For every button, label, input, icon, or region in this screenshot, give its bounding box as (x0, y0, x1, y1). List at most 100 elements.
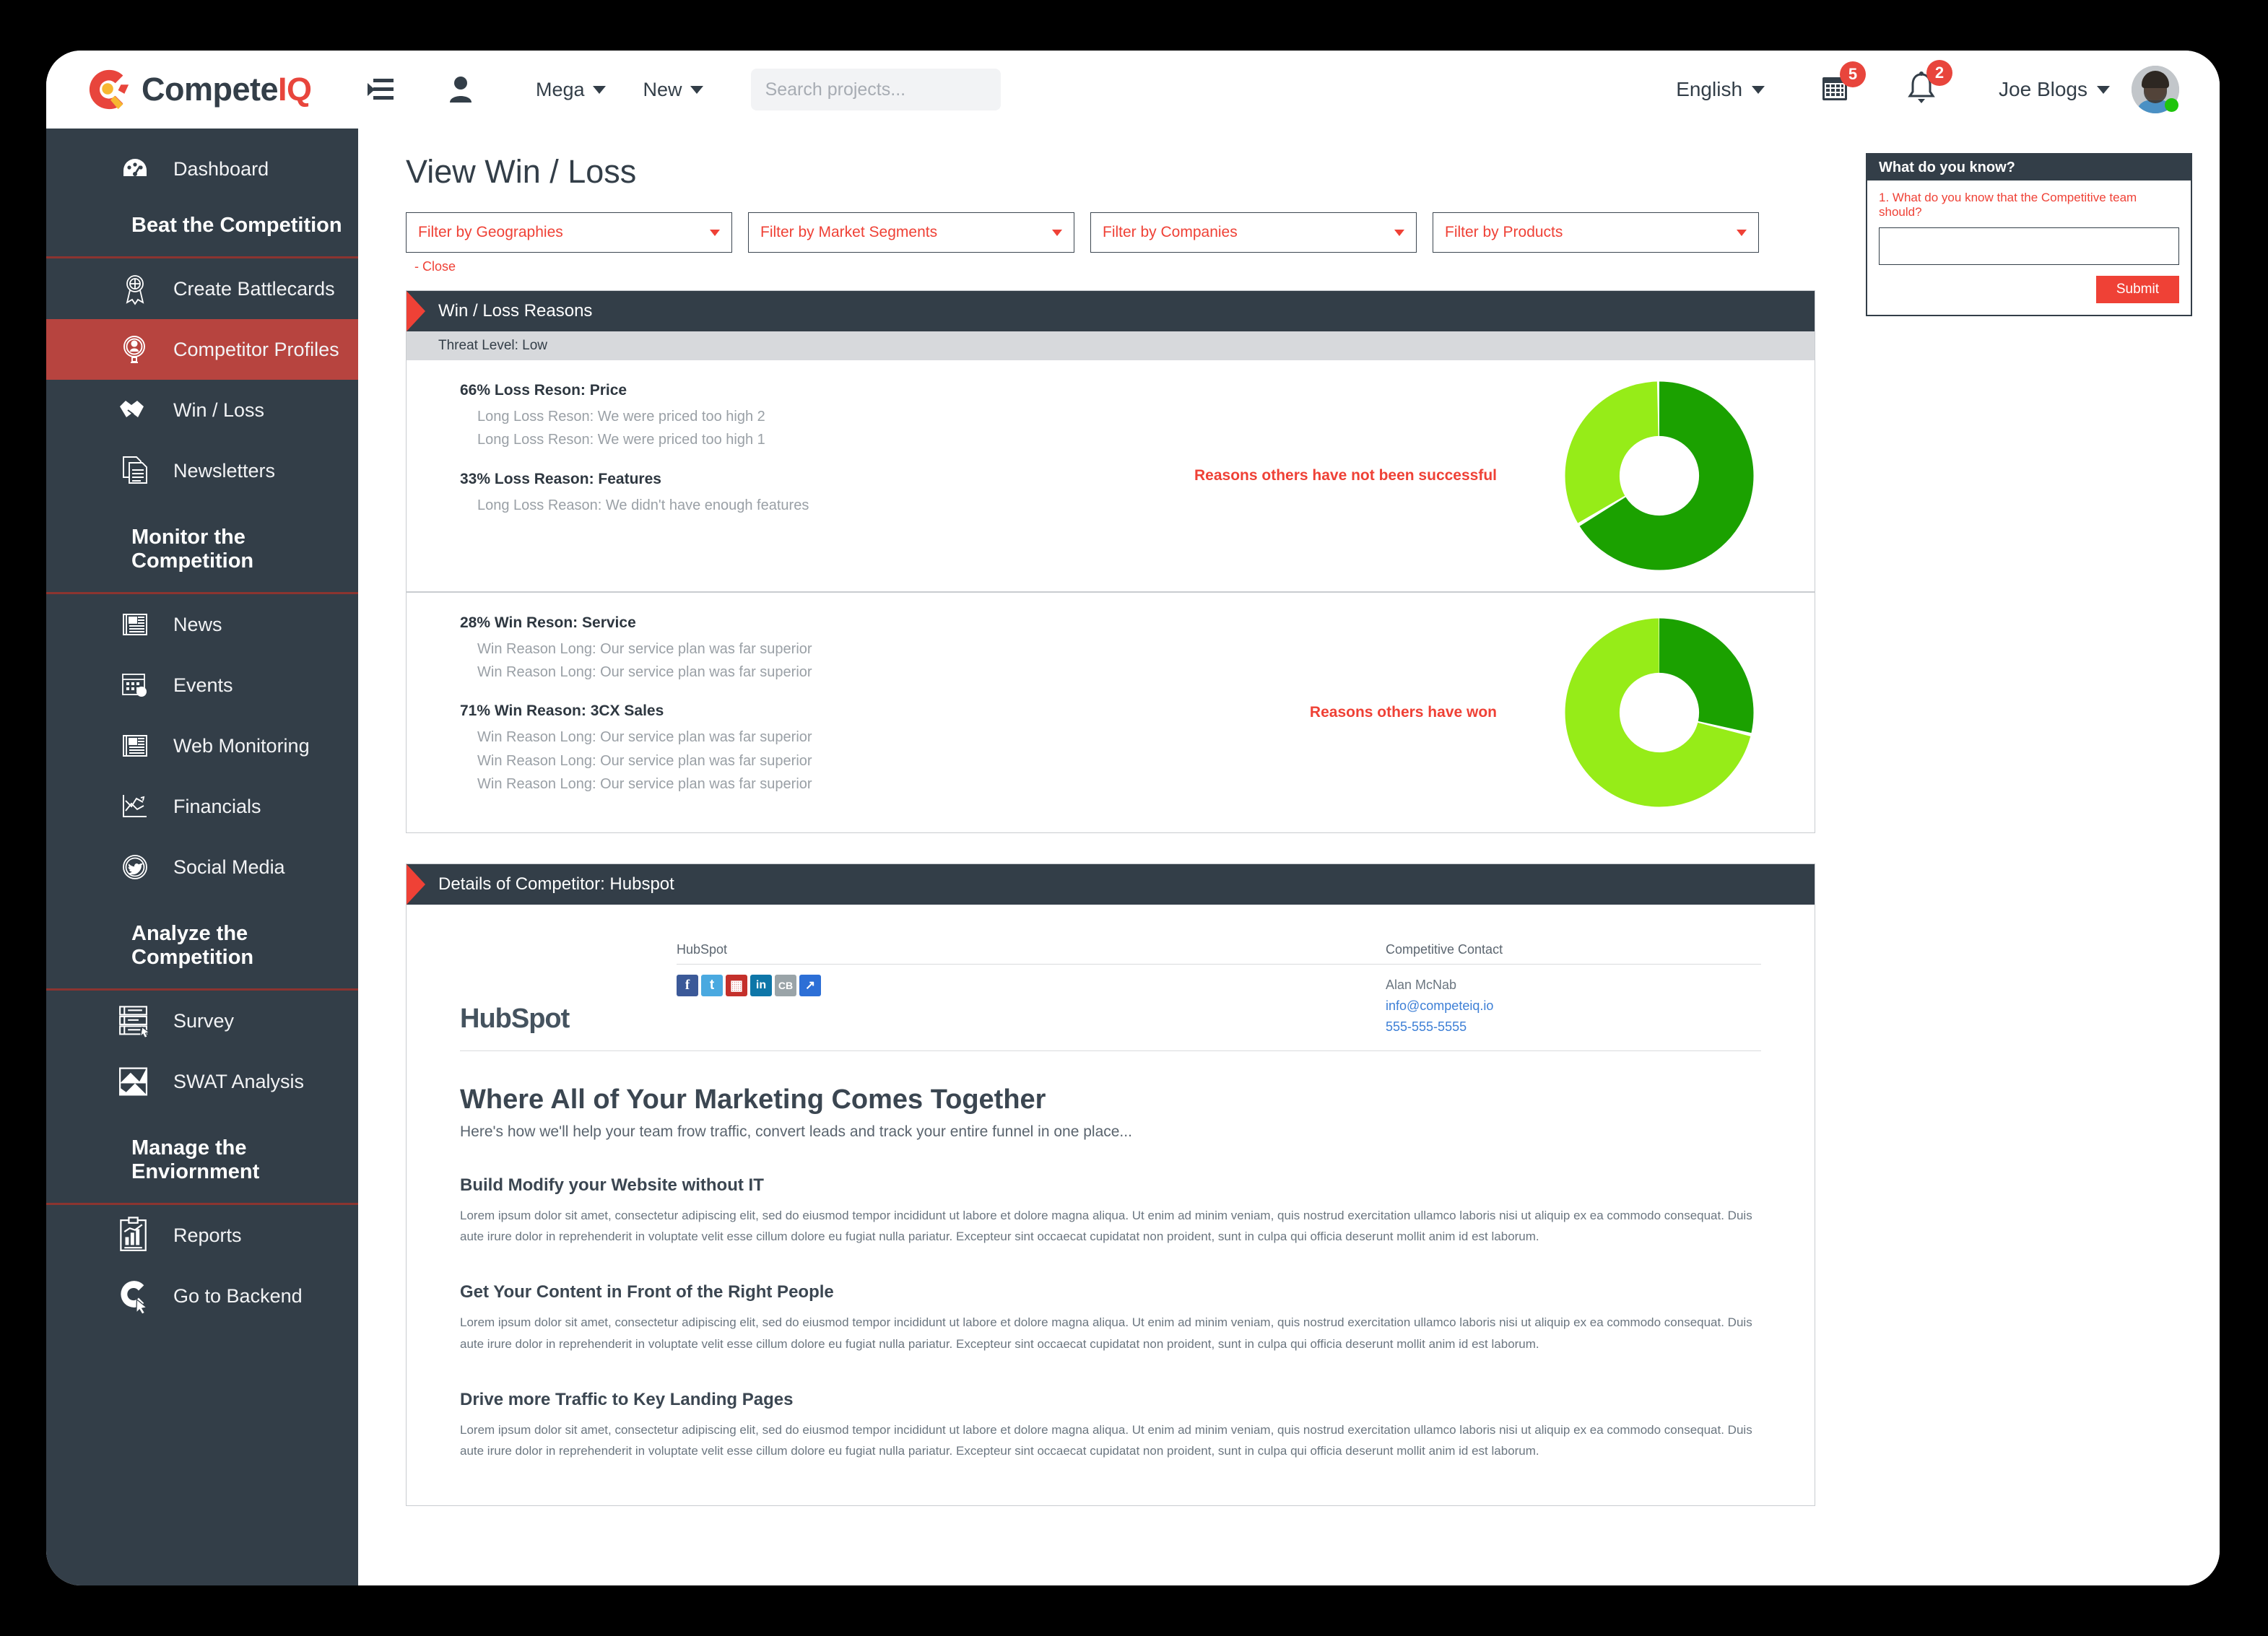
sidebar-item-go-to-backend[interactable]: Go to Backend (46, 1266, 358, 1326)
loss-reason-pct: 33% (460, 470, 491, 487)
dashboard-gauge-icon (116, 149, 155, 188)
sidebar-item-label: Go to Backend (173, 1284, 303, 1307)
sidebar-item-label: Financials (173, 795, 261, 817)
loss-reason-detail: Long Loss Reson: We were priced too high… (477, 409, 765, 425)
loss-reasons-section: 66% Loss Reson: Price Long Loss Reson: W… (407, 360, 1815, 591)
threat-level-text: Threat Level: Low (438, 338, 548, 353)
sidebar-item-dashboard[interactable]: Dashboard (46, 129, 358, 189)
win-reasons-section: 28% Win Reson: Service Win Reason Long: … (407, 593, 1815, 832)
contact-phone[interactable]: 555-555-5555 (1386, 1017, 1761, 1037)
online-status-indicator (2165, 98, 2178, 112)
loss-reason-title: Loss Reason: Features (494, 470, 661, 487)
loss-reason-heading: 33% Loss Reason: Features (460, 471, 1157, 488)
calendar-button[interactable]: 5 (1818, 61, 1867, 108)
sidebar-item-competitor-profiles[interactable]: Competitor Profiles (46, 319, 358, 380)
sidebar-item-label: Survey (173, 1009, 235, 1032)
win-loss-panel-header: Win / Loss Reasons (407, 291, 1815, 331)
sidebar-item-news[interactable]: News (46, 594, 358, 655)
filter-label: Filter by Market Segments (760, 224, 938, 240)
person-icon[interactable] (439, 75, 482, 104)
notifications-button[interactable]: 2 (1905, 59, 1953, 110)
avatar[interactable] (2132, 66, 2179, 113)
twitter-icon[interactable]: t (701, 975, 723, 997)
sidebar-item-newsletters[interactable]: Newsletters (46, 440, 358, 501)
marketing-headline: Where All of Your Marketing Comes Togeth… (460, 1084, 1046, 1115)
filter-geographies[interactable]: Filter by Geographies (406, 212, 732, 253)
competitor-details-title: Details of Competitor: Hubspot (438, 874, 674, 894)
loss-reason-pct: 66% (460, 382, 491, 399)
user-menu[interactable]: Joe Blogs (1999, 78, 2110, 101)
sidebar-item-label: Dashboard (173, 157, 269, 180)
sidebar-item-create-battlecards[interactable]: Create Battlecards (46, 258, 358, 319)
menu-new[interactable]: New (643, 79, 703, 101)
submit-button[interactable]: Submit (2095, 276, 2179, 303)
loss-reason-heading: 66% Loss Reson: Price (460, 382, 1157, 399)
swat-arrows-icon (119, 1067, 148, 1096)
close-filters-link[interactable]: - Close (414, 259, 1815, 274)
search-projects-box[interactable] (750, 69, 1001, 110)
panel-arrow-icon (407, 863, 425, 905)
app-logo[interactable]: CompeteIQ (46, 51, 358, 129)
contact-email[interactable]: info@competeiq.io (1386, 996, 1761, 1017)
twitter-bird-icon (116, 848, 155, 887)
marketing-section-body: Lorem ipsum dolor sit amet, consectetur … (460, 1208, 1752, 1244)
sidebar-item-win-loss[interactable]: Win / Loss (46, 380, 358, 440)
win-reason-detail: Win Reason Long: Our service plan was fa… (477, 663, 812, 680)
logo-text-accent: IQ (278, 71, 312, 108)
panel-arrow-icon (407, 291, 425, 331)
sidebar-item-web-monitoring[interactable]: Web Monitoring (46, 715, 358, 776)
sidebar-group-manage-the-enviornment: Manage the Enviornment (46, 1112, 358, 1205)
filter-products[interactable]: Filter by Products (1433, 212, 1759, 253)
linkedin-icon[interactable]: in (750, 975, 772, 997)
filter-companies[interactable]: Filter by Companies (1090, 212, 1417, 253)
loss-reasons-donut-chart (1565, 381, 1754, 570)
threat-level-bar: Threat Level: Low (407, 331, 1815, 360)
what-do-you-know-input[interactable] (1879, 227, 2179, 265)
sidebar-item-label: Events (173, 674, 233, 696)
win-loss-panel: Win / Loss Reasons Threat Level: Low 66%… (406, 290, 1815, 833)
loss-reason-title: Loss Reson: Price (494, 382, 627, 399)
marketing-subhead: Here's how we'll help your team frow tra… (460, 1123, 1132, 1140)
column-divider (677, 963, 1386, 965)
search-input[interactable] (765, 79, 998, 100)
language-selector[interactable]: English (1676, 78, 1765, 101)
backend-cursor-icon (121, 1281, 148, 1315)
competitor-details-header: Details of Competitor: Hubspot (407, 863, 1815, 905)
menu-mega[interactable]: Mega (536, 79, 606, 101)
sidebar-item-social-media[interactable]: Social Media (46, 837, 358, 897)
competitor-header-row: HubSpot HubSpot f t ▦ in CB ↗ Competitiv… (460, 942, 1761, 1051)
chart-lines-icon (116, 787, 155, 826)
win-reason-item: 71% Win Reason: 3CX Sales Win Reason Lon… (460, 702, 1157, 796)
logo-text-primary: Compete (142, 71, 279, 108)
what-do-you-know-panel: What do you know? 1. What do you know th… (1866, 153, 2192, 316)
top-navigation-bar: CompeteIQ Mega New Search projects... En… (46, 51, 2220, 129)
external-link-icon[interactable]: ↗ (799, 975, 821, 997)
sidebar-item-reports[interactable]: Reports (46, 1205, 358, 1266)
sidebar-item-label: SWAT Analysis (173, 1070, 305, 1092)
marketing-section-heading: Get Your Content in Front of the Right P… (460, 1282, 834, 1302)
sidebar-item-survey[interactable]: Survey (46, 991, 358, 1051)
crunchbase-icon[interactable]: CB (775, 975, 796, 997)
profile-magnifier-icon (116, 330, 155, 369)
filter-market-segments[interactable]: Filter by Market Segments (748, 212, 1074, 253)
chevron-down-icon (1737, 229, 1747, 236)
hubspot-logo: HubSpot (460, 942, 677, 1037)
win-reason-detail: Win Reason Long: Our service plan was fa… (477, 640, 812, 657)
sidebar-group-monitor-the-competition: Monitor the Competition (46, 501, 358, 594)
sidebar-navigation: Dashboard Beat the Competition Create Ba… (46, 129, 358, 1585)
survey-list-icon (119, 1006, 151, 1039)
collapse-menu-icon[interactable] (364, 77, 397, 102)
newspaper-icon (116, 726, 155, 765)
facebook-icon[interactable]: f (677, 975, 698, 997)
youtube-icon[interactable]: ▦ (726, 975, 747, 997)
filter-bar: Filter by Geographies Filter by Market S… (406, 212, 1815, 253)
win-reason-item: 28% Win Reson: Service Win Reason Long: … (460, 614, 1157, 684)
sidebar-item-events[interactable]: Events (46, 655, 358, 715)
win-reason-detail: Win Reason Long: Our service plan was fa… (477, 729, 812, 746)
award-ribbon-icon (116, 269, 155, 308)
sidebar-group-label: Monitor the Competition (131, 526, 254, 573)
menu-new-label: New (643, 78, 682, 100)
sidebar-item-swat-analysis[interactable]: SWAT Analysis (46, 1051, 358, 1112)
sidebar-item-financials[interactable]: Financials (46, 776, 358, 837)
sidebar-item-label: Newsletters (173, 459, 276, 482)
